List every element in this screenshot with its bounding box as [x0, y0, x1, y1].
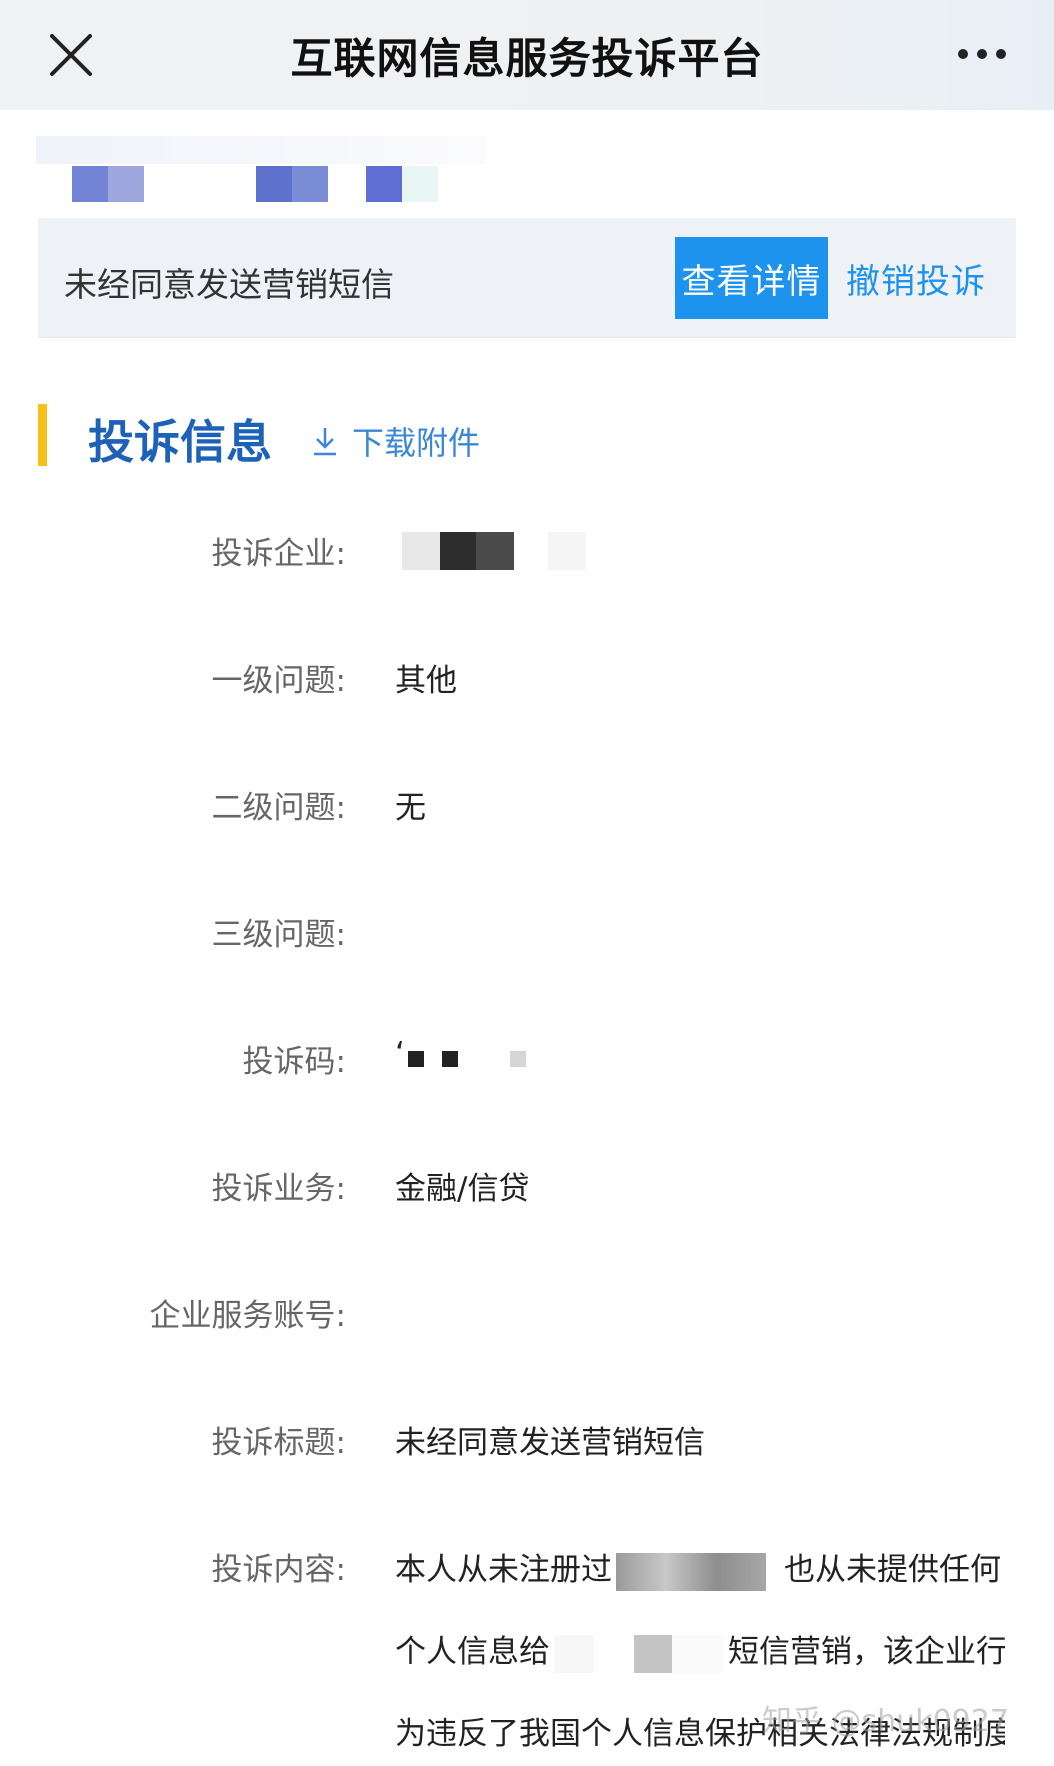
field-label: 投诉业务:: [211, 1171, 346, 1207]
section-accent-bar: [38, 404, 47, 466]
redacted-value: [616, 1552, 766, 1591]
field-value: ‘: [395, 1036, 405, 1072]
redacted-value: [510, 1051, 526, 1067]
view-detail-button[interactable]: 查看详情: [675, 237, 828, 319]
redacted-value: [476, 532, 514, 570]
complaint-card: 未经同意发送营销短信 查看详情 撤销投诉: [38, 218, 1016, 338]
revoke-complaint-button[interactable]: 撤销投诉: [846, 237, 986, 319]
watermark: 知乎 @shuk0927: [762, 1704, 1009, 1739]
field-complaint-code: 投诉码: ‘: [0, 1036, 1054, 1086]
redacted-value: [442, 1051, 458, 1067]
field-label: 一级问题:: [211, 663, 346, 699]
download-icon: [314, 428, 336, 456]
field-level3-issue: 三级问题:: [0, 909, 1054, 959]
field-label: 二级问题:: [211, 790, 346, 826]
field-value: 未经同意发送营销短信: [395, 1425, 705, 1461]
field-value: 其他: [395, 663, 457, 699]
content-text: 短信营销，该企业行: [728, 1634, 1005, 1670]
field-business: 投诉业务: 金融/信贷: [0, 1163, 1054, 1213]
redacted-value: [408, 1051, 424, 1067]
redacted-value: [402, 532, 442, 570]
content-text: 个人信息给: [395, 1634, 550, 1670]
top-navigation-bar: 互联网信息服务投诉平台: [0, 0, 1054, 110]
field-level1-issue: 一级问题: 其他: [0, 655, 1054, 705]
field-level2-issue: 二级问题: 无: [0, 782, 1054, 832]
field-label: 投诉内容:: [211, 1552, 346, 1588]
field-value: 无: [395, 790, 426, 826]
redacted-value: [440, 532, 478, 570]
content-text: 也从未提供任何: [784, 1552, 1001, 1588]
redacted-value: [554, 1634, 724, 1673]
field-label: 投诉标题:: [211, 1425, 346, 1461]
section-title: 投诉信息: [88, 415, 272, 469]
download-attachment-link[interactable]: 下载附件: [312, 418, 480, 464]
more-icon[interactable]: [958, 44, 1008, 64]
content-line: 本人从未注册过 也从未提供任何: [395, 1544, 1005, 1626]
content-text: 本人从未注册过: [395, 1552, 612, 1588]
field-label: 企业服务账号:: [149, 1298, 346, 1334]
field-label: 三级问题:: [211, 917, 346, 953]
page-title: 互联网信息服务投诉平台: [290, 33, 764, 83]
field-label: 投诉码:: [242, 1044, 346, 1080]
field-subject: 投诉标题: 未经同意发送营销短信: [0, 1417, 1054, 1467]
field-enterprise: 投诉企业:: [0, 528, 1054, 578]
download-label: 下载附件: [352, 424, 481, 462]
field-value: 金融/信贷: [395, 1171, 530, 1207]
redacted-value: [548, 532, 586, 570]
close-icon[interactable]: [48, 32, 94, 78]
field-service-account: 企业服务账号:: [0, 1290, 1054, 1340]
complaint-title: 未经同意发送营销短信: [64, 265, 394, 304]
redacted-header: [36, 132, 516, 210]
field-label: 投诉企业:: [211, 536, 346, 572]
